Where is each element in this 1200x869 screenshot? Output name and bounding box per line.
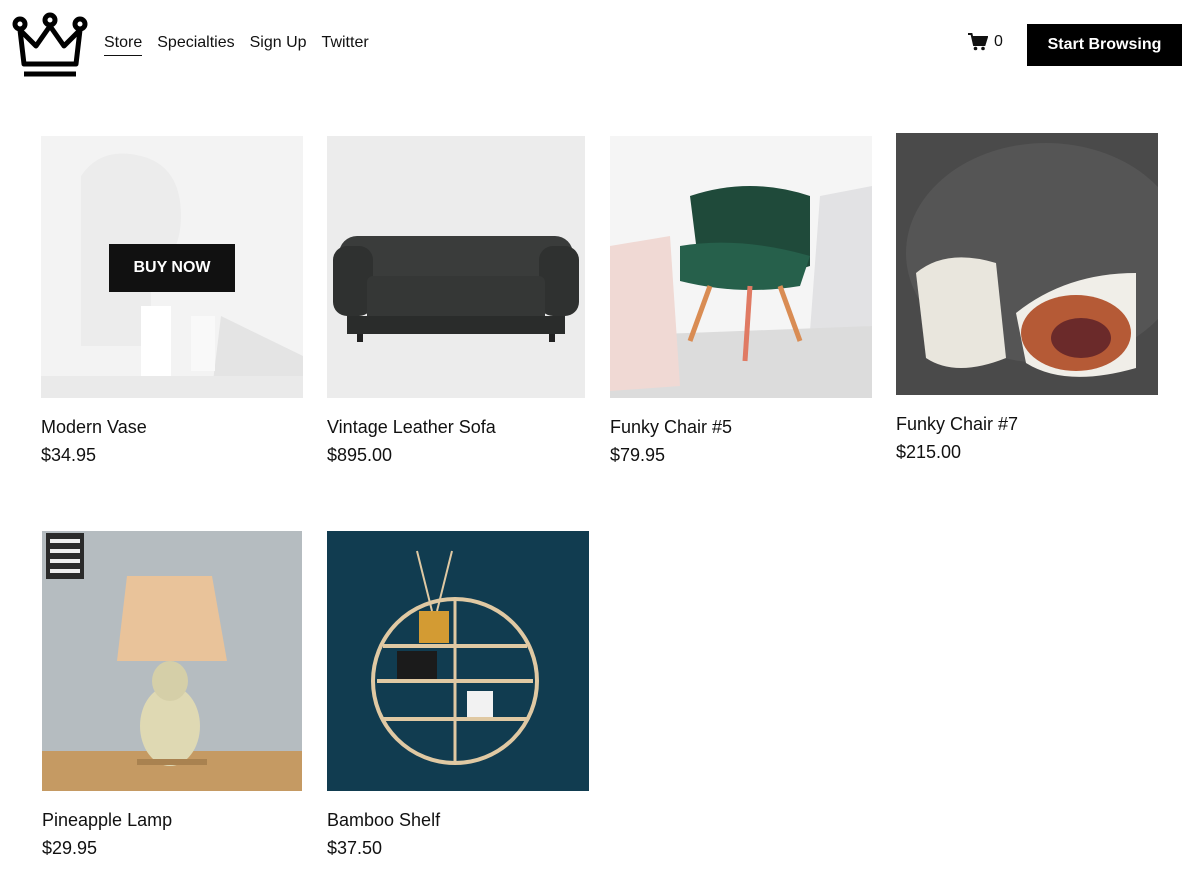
- product-price: $34.95: [41, 445, 97, 465]
- product-price: $215.00: [896, 442, 962, 462]
- product-image-bamboo-shelf[interactable]: [327, 531, 589, 791]
- main-nav: Store Specialties Sign Up Twitter: [104, 34, 369, 56]
- product-image-funky-chair-7[interactable]: [896, 133, 1158, 395]
- product-card[interactable]: Funky Chair #7 $215.00: [896, 133, 1158, 463]
- product-price: $79.95: [610, 445, 666, 465]
- nav-store[interactable]: Store: [104, 34, 143, 56]
- buy-now-button[interactable]: BUY NOW: [109, 244, 235, 292]
- cart-icon: [968, 33, 988, 51]
- site-header: Store Specialties Sign Up Twitter 0 Star…: [0, 0, 1200, 100]
- cart-count: 0: [994, 33, 1003, 50]
- product-price: $895.00: [327, 445, 393, 465]
- nav-specialties[interactable]: Specialties: [157, 34, 234, 56]
- nav-twitter[interactable]: Twitter: [322, 34, 369, 56]
- product-card[interactable]: Bamboo Shelf $37.50: [327, 531, 589, 859]
- product-image-modern-vase[interactable]: BUY NOW: [41, 136, 303, 398]
- product-price: $37.50: [327, 838, 383, 858]
- product-name[interactable]: Funky Chair #5: [610, 416, 872, 438]
- crown-icon[interactable]: [12, 12, 88, 78]
- product-price: $29.95: [42, 838, 98, 858]
- product-name[interactable]: Pineapple Lamp: [42, 809, 302, 831]
- cart-link[interactable]: 0: [968, 33, 1003, 51]
- product-card[interactable]: BUY NOW Modern Vase $34.95: [41, 136, 303, 466]
- product-image-pineapple-lamp[interactable]: [42, 531, 302, 791]
- product-image-vintage-leather-sofa[interactable]: [327, 136, 585, 398]
- product-card[interactable]: Pineapple Lamp $29.95: [42, 531, 302, 859]
- product-image-funky-chair-5[interactable]: [610, 136, 872, 398]
- product-card[interactable]: Vintage Leather Sofa $895.00: [327, 136, 585, 466]
- product-name[interactable]: Funky Chair #7: [896, 413, 1158, 435]
- product-card[interactable]: Funky Chair #5 $79.95: [610, 136, 872, 466]
- product-name[interactable]: Vintage Leather Sofa: [327, 416, 585, 438]
- nav-sign-up[interactable]: Sign Up: [250, 34, 307, 56]
- start-browsing-button[interactable]: Start Browsing: [1027, 24, 1182, 66]
- product-name[interactable]: Bamboo Shelf: [327, 809, 589, 831]
- product-name[interactable]: Modern Vase: [41, 416, 303, 438]
